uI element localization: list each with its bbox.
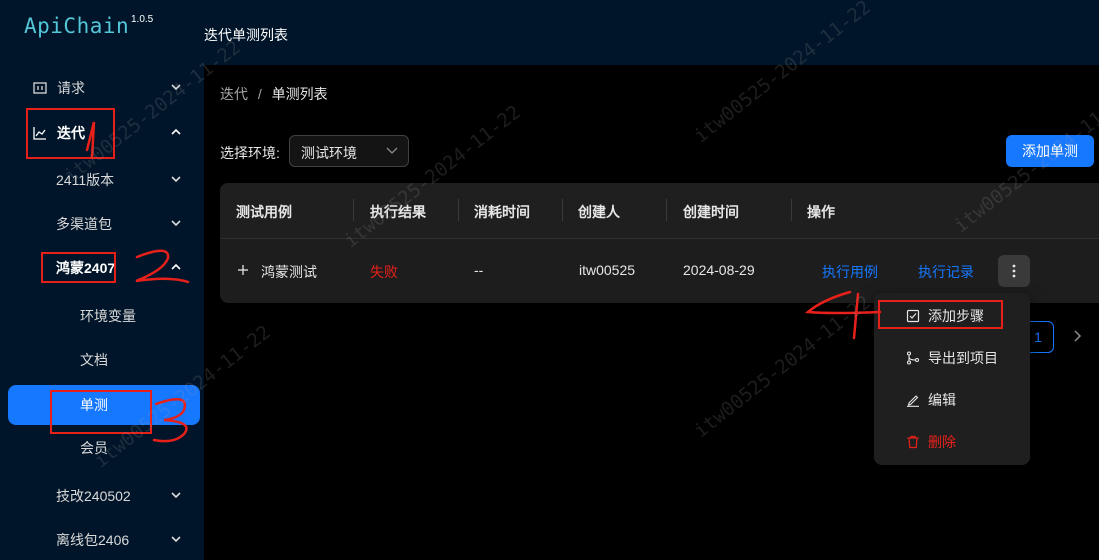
annotation-strokes — [85, 121, 882, 443]
annotation-label-4: 4 — [0, 0, 1, 1]
